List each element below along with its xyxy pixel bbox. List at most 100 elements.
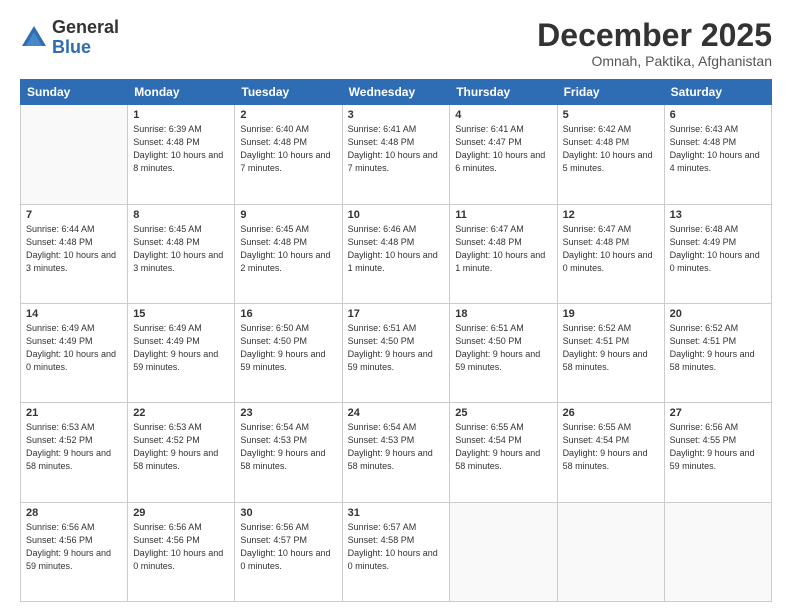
day-info: Sunrise: 6:52 AMSunset: 4:51 PMDaylight:… [563,322,659,374]
day-cell: 25 Sunrise: 6:55 AMSunset: 4:54 PMDayligh… [450,403,557,502]
month-title: December 2025 [537,18,772,53]
day-cell: 16Sunrise: 6:50 AMSunset: 4:50 PMDayligh… [235,303,342,402]
day-info: Sunrise: 6:40 AMSunset: 4:48 PMDaylight:… [240,123,336,175]
day-cell: 12 Sunrise: 6:47 AMSunset: 4:48 PMDayligh… [557,204,664,303]
day-number: 30 [240,507,336,519]
day-cell: 5Sunrise: 6:42 AMSunset: 4:48 PMDaylight… [557,105,664,204]
day-cell: 10Sunrise: 6:46 AMSunset: 4:48 PMDayligh… [342,204,450,303]
day-number: 6 [670,109,766,121]
day-cell: 17 Sunrise: 6:51 AMSunset: 4:50 PMDayligh… [342,303,450,402]
day-info: Sunrise: 6:54 AMSunset: 4:53 PMDaylight:… [240,421,336,473]
day-info: Sunrise: 6:54 AMSunset: 4:53 PMDaylight:… [348,421,445,473]
day-cell: 3Sunrise: 6:41 AMSunset: 4:48 PMDaylight… [342,105,450,204]
weekday-wednesday: Wednesday [342,80,450,105]
day-cell: 26 Sunrise: 6:55 AMSunset: 4:54 PMDayligh… [557,403,664,502]
day-number: 18 [455,308,551,320]
day-number: 28 [26,507,122,519]
week-row-2: 7 Sunrise: 6:44 AMSunset: 4:48 PMDaylight… [21,204,772,303]
day-cell: 29 Sunrise: 6:56 AMSunset: 4:56 PMDayligh… [128,502,235,601]
day-cell: 22Sunrise: 6:53 AMSunset: 4:52 PMDayligh… [128,403,235,502]
location: Omnah, Paktika, Afghanistan [537,53,772,69]
day-number: 11 [455,209,551,221]
day-cell: 24 Sunrise: 6:54 AMSunset: 4:53 PMDayligh… [342,403,450,502]
day-number: 21 [26,407,122,419]
day-number: 17 [348,308,445,320]
day-number: 1 [133,109,229,121]
day-cell [664,502,771,601]
day-info: Sunrise: 6:50 AMSunset: 4:50 PMDaylight:… [240,322,336,374]
day-info: Sunrise: 6:43 AMSunset: 4:48 PMDaylight:… [670,123,766,175]
day-cell: 7 Sunrise: 6:44 AMSunset: 4:48 PMDaylight… [21,204,128,303]
day-info: Sunrise: 6:57 AMSunset: 4:58 PMDaylight:… [348,521,445,573]
calendar-table: SundayMondayTuesdayWednesdayThursdayFrid… [20,79,772,602]
week-row-5: 28 Sunrise: 6:56 AMSunset: 4:56 PMDayligh… [21,502,772,601]
day-number: 7 [26,209,122,221]
day-info: Sunrise: 6:52 AMSunset: 4:51 PMDaylight:… [670,322,766,374]
day-number: 14 [26,308,122,320]
day-cell: 19Sunrise: 6:52 AMSunset: 4:51 PMDayligh… [557,303,664,402]
day-info: Sunrise: 6:51 AMSunset: 4:50 PMDaylight:… [348,322,445,374]
day-cell: 23Sunrise: 6:54 AMSunset: 4:53 PMDayligh… [235,403,342,502]
day-cell: 1 Sunrise: 6:39 AMSunset: 4:48 PMDaylight… [128,105,235,204]
day-info: Sunrise: 6:55 AMSunset: 4:54 PMDaylight:… [563,421,659,473]
day-cell: 14 Sunrise: 6:49 AMSunset: 4:49 PMDayligh… [21,303,128,402]
day-cell: 4 Sunrise: 6:41 AMSunset: 4:47 PMDaylight… [450,105,557,204]
day-number: 31 [348,507,445,519]
day-info: Sunrise: 6:55 AMSunset: 4:54 PMDaylight:… [455,421,551,473]
day-number: 12 [563,209,659,221]
day-number: 8 [133,209,229,221]
day-number: 9 [240,209,336,221]
day-cell [450,502,557,601]
day-cell: 31 Sunrise: 6:57 AMSunset: 4:58 PMDayligh… [342,502,450,601]
day-number: 24 [348,407,445,419]
day-number: 29 [133,507,229,519]
weekday-sunday: Sunday [21,80,128,105]
weekday-header-row: SundayMondayTuesdayWednesdayThursdayFrid… [21,80,772,105]
day-cell [557,502,664,601]
day-info: Sunrise: 6:45 AMSunset: 4:48 PMDaylight:… [240,223,336,275]
weekday-saturday: Saturday [664,80,771,105]
day-number: 26 [563,407,659,419]
day-info: Sunrise: 6:41 AMSunset: 4:47 PMDaylight:… [455,123,551,175]
day-number: 10 [348,209,445,221]
weekday-tuesday: Tuesday [235,80,342,105]
day-info: Sunrise: 6:44 AMSunset: 4:48 PMDaylight:… [26,223,122,275]
day-number: 13 [670,209,766,221]
week-row-4: 21 Sunrise: 6:53 AMSunset: 4:52 PMDayligh… [21,403,772,502]
day-info: Sunrise: 6:39 AMSunset: 4:48 PMDaylight:… [133,123,229,175]
day-cell: 8 Sunrise: 6:45 AMSunset: 4:48 PMDaylight… [128,204,235,303]
day-cell: 6 Sunrise: 6:43 AMSunset: 4:48 PMDaylight… [664,105,771,204]
day-cell: 21 Sunrise: 6:53 AMSunset: 4:52 PMDayligh… [21,403,128,502]
day-info: Sunrise: 6:47 AMSunset: 4:48 PMDaylight:… [455,223,551,275]
day-cell: 2Sunrise: 6:40 AMSunset: 4:48 PMDaylight… [235,105,342,204]
day-info: Sunrise: 6:47 AMSunset: 4:48 PMDaylight:… [563,223,659,275]
day-info: Sunrise: 6:49 AMSunset: 4:49 PMDaylight:… [133,322,229,374]
calendar-body: 1 Sunrise: 6:39 AMSunset: 4:48 PMDaylight… [21,105,772,602]
day-info: Sunrise: 6:56 AMSunset: 4:56 PMDaylight:… [133,521,229,573]
logo: General Blue [20,18,119,58]
day-number: 27 [670,407,766,419]
day-cell: 30 Sunrise: 6:56 AMSunset: 4:57 PMDayligh… [235,502,342,601]
day-number: 3 [348,109,445,121]
day-cell: 28 Sunrise: 6:56 AMSunset: 4:56 PMDayligh… [21,502,128,601]
day-info: Sunrise: 6:56 AMSunset: 4:55 PMDaylight:… [670,421,766,473]
day-info: Sunrise: 6:45 AMSunset: 4:48 PMDaylight:… [133,223,229,275]
logo-general: General [52,18,119,38]
weekday-friday: Friday [557,80,664,105]
day-number: 4 [455,109,551,121]
logo-blue: Blue [52,38,119,58]
weekday-thursday: Thursday [450,80,557,105]
day-cell: 20Sunrise: 6:52 AMSunset: 4:51 PMDayligh… [664,303,771,402]
title-block: December 2025 Omnah, Paktika, Afghanista… [537,18,772,69]
day-info: Sunrise: 6:53 AMSunset: 4:52 PMDaylight:… [133,421,229,473]
day-number: 25 [455,407,551,419]
day-info: Sunrise: 6:53 AMSunset: 4:52 PMDaylight:… [26,421,122,473]
day-info: Sunrise: 6:49 AMSunset: 4:49 PMDaylight:… [26,322,122,374]
day-info: Sunrise: 6:48 AMSunset: 4:49 PMDaylight:… [670,223,766,275]
day-number: 5 [563,109,659,121]
day-info: Sunrise: 6:56 AMSunset: 4:56 PMDaylight:… [26,521,122,573]
week-row-1: 1 Sunrise: 6:39 AMSunset: 4:48 PMDaylight… [21,105,772,204]
header: General Blue December 2025 Omnah, Paktik… [20,18,772,69]
day-info: Sunrise: 6:51 AMSunset: 4:50 PMDaylight:… [455,322,551,374]
day-info: Sunrise: 6:56 AMSunset: 4:57 PMDaylight:… [240,521,336,573]
